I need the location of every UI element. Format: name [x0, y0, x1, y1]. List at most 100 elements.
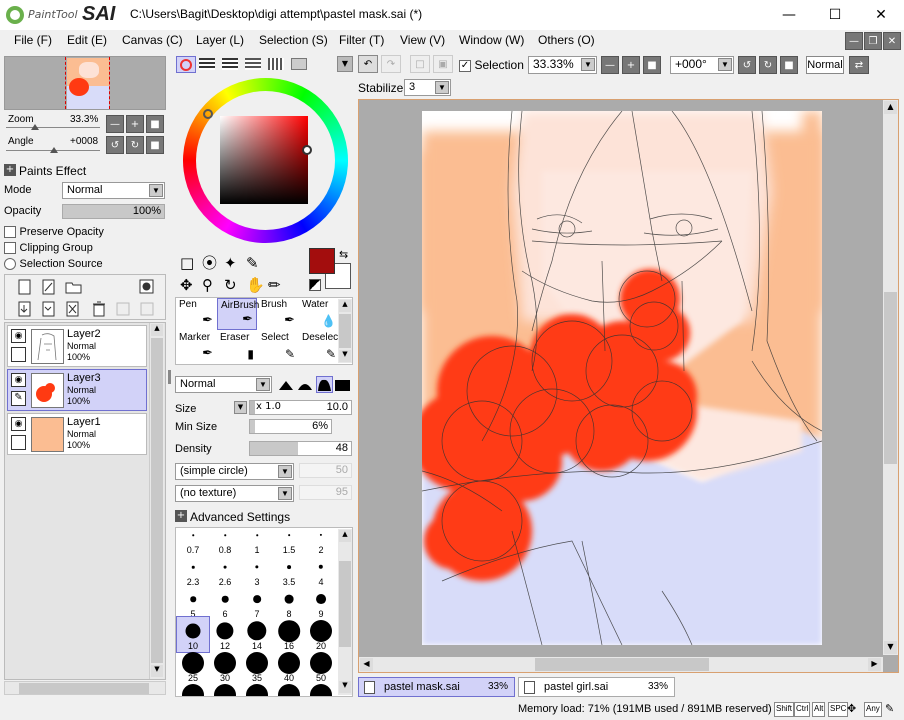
redo-icon[interactable]: ↷ — [381, 55, 401, 73]
scroll-up-icon[interactable]: ▲ — [151, 324, 163, 336]
brush-shape-strength[interactable]: 50 — [299, 463, 352, 478]
rotation-select[interactable]: +000° ▼ — [670, 56, 734, 74]
canvas-vscroll-thumb[interactable] — [884, 292, 897, 464]
menu-others[interactable]: Others (O) — [538, 33, 595, 47]
selection-source-radio[interactable]: Selection Source — [4, 257, 103, 270]
eyedropper-icon[interactable]: ✏ — [268, 274, 281, 296]
primary-color-swatch[interactable] — [309, 248, 335, 274]
tool-deselect[interactable]: Deselect ✎ — [299, 331, 341, 363]
brush-size-preset[interactable]: 25 — [177, 649, 209, 684]
brush-blend-select[interactable]: Normal ▼ — [175, 376, 272, 393]
brush-size-preset[interactable]: 7 — [241, 585, 273, 620]
nav-zoom-reset-button[interactable]: ■ — [146, 115, 164, 133]
rotate-icon[interactable]: ↻ — [224, 274, 237, 296]
hue-picker-handle[interactable] — [203, 109, 213, 119]
nav-zoom-out-button[interactable]: — — [106, 115, 124, 133]
menu-edit[interactable]: Edit (E) — [67, 33, 107, 47]
canvas-document[interactable] — [422, 111, 822, 645]
layer-lock-box[interactable] — [11, 347, 26, 362]
layer-scroll-thumb[interactable] — [151, 338, 163, 663]
layer-list-hscrollbar[interactable] — [4, 681, 166, 695]
tool-scroll-thumb[interactable] — [339, 314, 351, 348]
brush-size-preset[interactable]: 5 — [177, 585, 209, 620]
selection-visible-checkbox[interactable]: ✓ Selection — [459, 58, 524, 72]
nav-zoom-slider[interactable] — [6, 127, 100, 128]
undo-icon[interactable]: ↶ — [358, 55, 378, 73]
move-icon[interactable]: ✥ — [180, 274, 193, 296]
menu-view[interactable]: View (V) — [400, 33, 445, 47]
eye-icon[interactable]: ◉ — [11, 417, 26, 431]
tool-marker[interactable]: Marker ✒ — [176, 331, 216, 363]
tool-pen[interactable]: Pen ✒ — [176, 298, 216, 330]
toolbar-menu-icon[interactable]: ▼ — [337, 56, 353, 72]
merge-down-icon[interactable] — [41, 301, 57, 317]
scroll-up-icon[interactable]: ▲ — [339, 300, 351, 312]
scroll-up-icon[interactable]: ▲ — [884, 101, 897, 114]
edge-soft-icon[interactable] — [316, 376, 333, 393]
layer-item-layer3[interactable]: ◉ ✎ Layer3 Normal 100% — [7, 369, 147, 411]
brush-size-preset[interactable]: 30 — [209, 649, 241, 684]
scroll-up-icon[interactable]: ▲ — [339, 530, 351, 542]
edge-hard-icon[interactable] — [278, 378, 295, 391]
scroll-down-icon[interactable]: ▼ — [884, 641, 897, 654]
paints-effect-expand-icon[interactable]: + — [4, 164, 16, 176]
menu-window[interactable]: Window (W) — [459, 33, 524, 47]
mdi-close-button[interactable]: ✕ — [883, 32, 901, 50]
color-wheel-tab[interactable] — [176, 56, 196, 73]
layer-mask-icon[interactable] — [139, 279, 155, 295]
brush-size-preset[interactable]: 2.6 — [209, 553, 241, 588]
brush-size-preset[interactable]: 50 — [305, 649, 337, 684]
brush-size-preset[interactable]: 12 — [209, 617, 241, 652]
delete-layer-icon[interactable] — [91, 301, 107, 317]
scroll-down-icon[interactable]: ▼ — [339, 681, 351, 693]
zoom-reset-button[interactable]: ■ — [643, 56, 661, 74]
doc-tab-pastel-girl[interactable]: pastel girl.sai 33% — [518, 677, 675, 697]
eye-icon[interactable]: ◉ — [11, 329, 26, 343]
scratchpad-tab[interactable] — [291, 58, 307, 70]
lasso-icon[interactable]: ⦿ — [202, 252, 217, 274]
brush-size-preset[interactable]: 40 — [273, 649, 305, 684]
nav-zoom-in-button[interactable]: + — [126, 115, 144, 133]
transfer-down-icon[interactable] — [17, 301, 33, 317]
brush-size-preset[interactable]: 1.5 — [273, 528, 305, 556]
brush-lock-icon[interactable]: ✎ — [11, 391, 26, 406]
brush-size-preset[interactable]: 60 — [177, 681, 209, 696]
layer-item-layer2[interactable]: ◉ Layer2 Normal 100% — [7, 325, 147, 367]
menu-filter[interactable]: Filter (T) — [339, 33, 384, 47]
advanced-settings-expand-icon[interactable]: + — [175, 510, 187, 522]
brush-size-preset[interactable]: 2 — [305, 528, 337, 556]
layer-lock-box[interactable] — [11, 435, 26, 450]
rect-select-icon[interactable]: □ — [180, 252, 194, 274]
artwork-canvas[interactable] — [422, 111, 822, 645]
rotate-ccw-button[interactable]: ↺ — [738, 56, 756, 74]
brush-size-preset[interactable]: 35 — [241, 649, 273, 684]
hand-icon[interactable]: ✋ — [246, 274, 265, 296]
mdi-restore-button[interactable]: ❐ — [864, 32, 882, 50]
menu-canvas[interactable]: Canvas (C) — [122, 33, 183, 47]
layer-opacity-slider[interactable]: 100% — [62, 204, 165, 219]
brush-size-preset[interactable]: 100 — [273, 681, 305, 696]
menu-layer[interactable]: Layer (L) — [196, 33, 244, 47]
menu-selection[interactable]: Selection (S) — [259, 33, 328, 47]
brush-size-preset[interactable]: 6 — [209, 585, 241, 620]
tool-brush[interactable]: Brush ✒ — [258, 298, 298, 330]
navigator-preview[interactable] — [4, 56, 166, 110]
select-pen-icon[interactable]: ✎ — [246, 252, 259, 274]
new-layer-icon[interactable] — [17, 279, 33, 295]
layer-item-layer1[interactable]: ◉ Layer1 Normal 100% — [7, 413, 147, 455]
brush-size-preset[interactable]: 2.3 — [177, 553, 209, 588]
panel-splitter[interactable] — [168, 370, 171, 384]
menu-file[interactable]: File (F) — [14, 33, 52, 47]
brush-size-preset[interactable]: 1 — [241, 528, 273, 556]
brush-size-preset[interactable]: 0.8 — [209, 528, 241, 556]
stabilizer-select[interactable]: 3 ▼ — [404, 79, 451, 96]
min-size-slider[interactable]: 6% — [249, 419, 332, 434]
color-mix-tab[interactable] — [245, 58, 261, 70]
maximize-button[interactable]: ☐ — [812, 0, 858, 30]
brush-size-slider[interactable]: x 1.0 10.0 — [249, 400, 352, 415]
size-scroll-thumb[interactable] — [339, 561, 351, 647]
clear-layer-icon[interactable] — [65, 301, 81, 317]
rotate-cw-button[interactable]: ↻ — [759, 56, 777, 74]
eye-icon[interactable]: ◉ — [11, 373, 26, 387]
close-button[interactable]: ✕ — [858, 0, 904, 30]
